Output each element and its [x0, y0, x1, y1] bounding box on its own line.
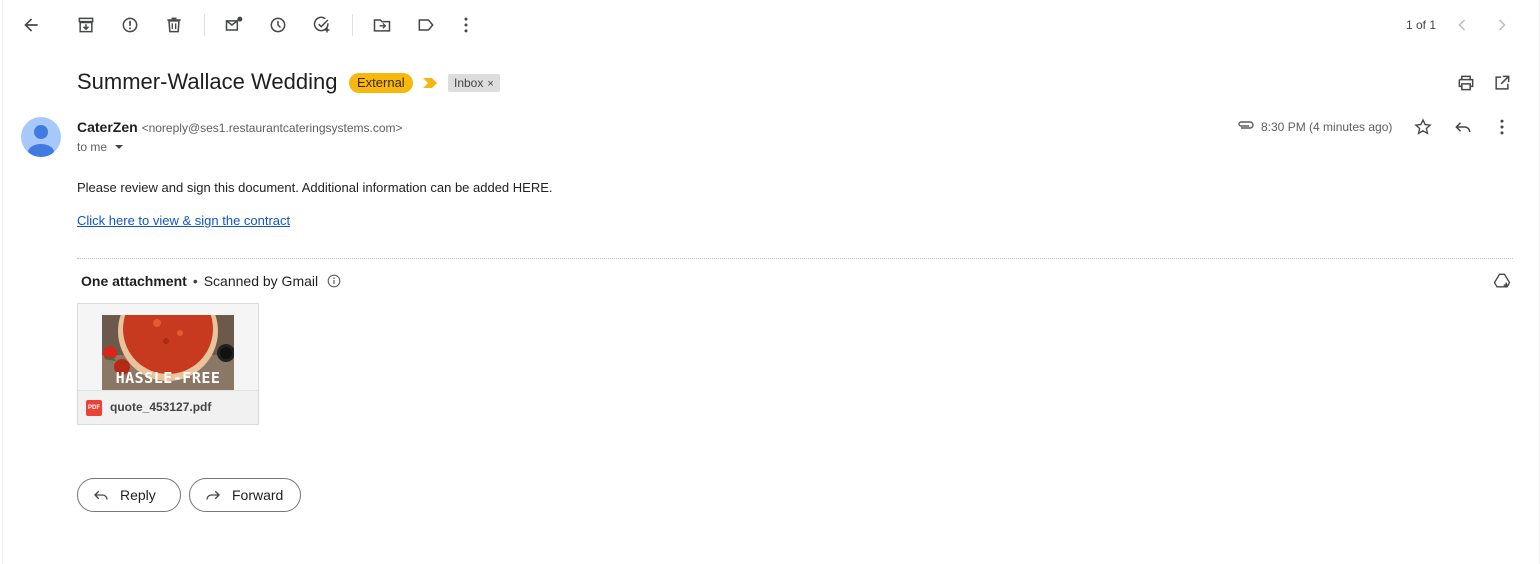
- reply-icon[interactable]: [1447, 111, 1479, 143]
- attachment-card[interactable]: HASSLE-FREE PDF quote_453127.pdf: [77, 303, 259, 425]
- attachment-clip-icon: [1237, 118, 1255, 137]
- snooze-clock-icon[interactable]: [262, 9, 294, 41]
- sender-avatar[interactable]: [21, 117, 61, 157]
- forward-arrow-icon: [206, 490, 220, 500]
- sender-line: CaterZen <noreply@ses1.restaurantcaterin…: [77, 119, 403, 135]
- message-more-icon[interactable]: [1486, 111, 1518, 143]
- reply-arrow-icon: [94, 490, 108, 500]
- attachment-filename: quote_453127.pdf: [110, 400, 212, 414]
- sign-contract-link[interactable]: Click here to view & sign the contract: [77, 213, 290, 228]
- sender-name[interactable]: CaterZen: [77, 119, 138, 135]
- inbox-label-text: Inbox: [454, 76, 484, 90]
- external-badge: External: [349, 73, 413, 93]
- email-view: 1 of 1 Summer-Wallace Wedding External I…: [2, 0, 1540, 564]
- star-icon[interactable]: [1407, 111, 1439, 143]
- header-bullet: •: [192, 273, 198, 289]
- label-tag-icon[interactable]: [410, 9, 442, 41]
- caret-down-icon[interactable]: [114, 143, 124, 151]
- recipient-toggle[interactable]: to me: [77, 140, 124, 154]
- toolbar-divider: [204, 14, 205, 36]
- thumbnail-caption: HASSLE-FREE: [115, 369, 221, 387]
- chevron-left-icon[interactable]: [1446, 9, 1478, 41]
- more-vert-icon[interactable]: [450, 9, 482, 41]
- attachments-divider: [77, 258, 1513, 259]
- attachment-footer: PDF quote_453127.pdf: [78, 390, 258, 424]
- importance-marker-icon[interactable]: [422, 76, 438, 94]
- received-time: 8:30 PM (4 minutes ago): [1261, 120, 1393, 134]
- toolbar-divider: [352, 14, 353, 36]
- scanned-by-gmail: Scanned by Gmail: [203, 273, 319, 289]
- pdf-icon: PDF: [86, 400, 102, 416]
- reply-label: Reply: [120, 487, 156, 503]
- chevron-right-icon[interactable]: [1486, 9, 1518, 41]
- sender-email: <noreply@ses1.restaurantcateringsystems.…: [141, 121, 403, 135]
- attachment-thumbnail: HASSLE-FREE: [102, 315, 234, 393]
- reply-button[interactable]: Reply: [77, 478, 181, 512]
- delete-icon[interactable]: [158, 9, 190, 41]
- back-arrow-icon[interactable]: [15, 9, 47, 41]
- open-new-window-icon[interactable]: [1486, 67, 1518, 99]
- report-spam-icon[interactable]: [114, 9, 146, 41]
- inbox-label-chip[interactable]: Inbox ×: [448, 74, 500, 92]
- mark-unread-icon[interactable]: [218, 9, 250, 41]
- add-to-drive-icon[interactable]: [1486, 265, 1518, 297]
- pagination-count: 1 of 1: [1406, 18, 1437, 32]
- recipient-text: to me: [77, 140, 108, 154]
- forward-button[interactable]: Forward: [189, 478, 301, 512]
- info-icon[interactable]: [327, 274, 341, 288]
- forward-label: Forward: [232, 487, 284, 503]
- email-subject: Summer-Wallace Wedding: [77, 69, 338, 94]
- email-body-text: Please review and sign this document. Ad…: [77, 180, 553, 195]
- archive-icon[interactable]: [70, 9, 102, 41]
- move-to-folder-icon[interactable]: [366, 9, 398, 41]
- print-icon[interactable]: [1450, 67, 1482, 99]
- attachment-count: One attachment: [81, 273, 187, 289]
- attachments-header: One attachment • Scanned by Gmail: [81, 273, 341, 289]
- add-task-icon[interactable]: [306, 9, 338, 41]
- remove-label-icon[interactable]: ×: [487, 78, 493, 90]
